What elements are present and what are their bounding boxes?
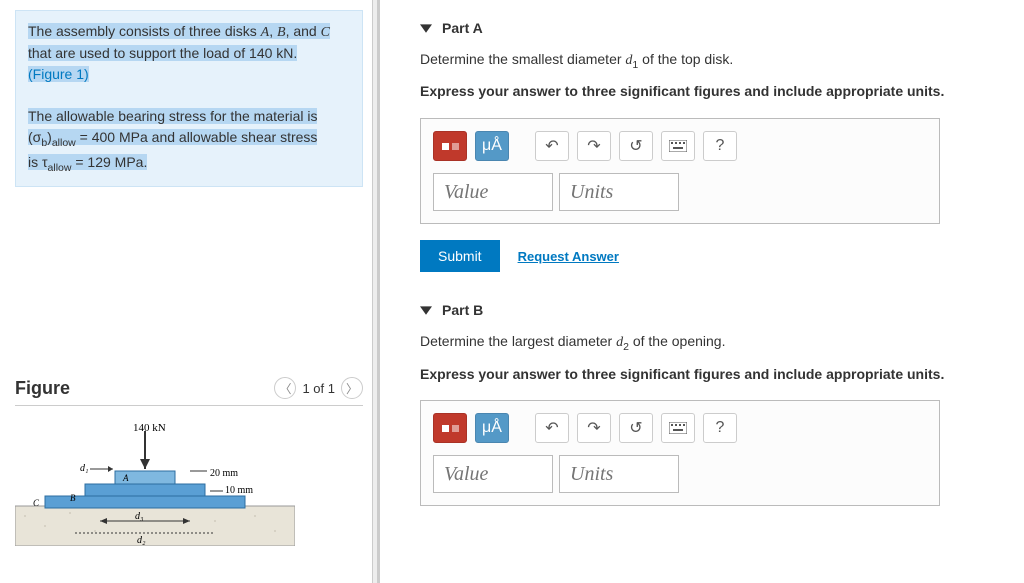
pager-next[interactable]: 〉 [341, 377, 363, 399]
part-a-units-input[interactable] [559, 173, 679, 211]
keyboard-button[interactable] [661, 413, 695, 443]
figure-link[interactable]: (Figure 1) [28, 66, 89, 82]
chevron-down-icon [420, 304, 432, 316]
figure-title: Figure [15, 378, 70, 399]
svg-text:d₁: d₁ [80, 463, 88, 474]
help-button[interactable]: ? [703, 131, 737, 161]
units-format-button[interactable]: μÅ [475, 413, 509, 443]
svg-text:C: C [33, 498, 40, 508]
undo-button[interactable]: ↶ [535, 131, 569, 161]
problem-statement: The assembly consists of three disks A, … [15, 10, 363, 187]
svg-text:d₂: d₂ [137, 535, 146, 546]
load-label: 140 kN [133, 422, 166, 434]
redo-button[interactable]: ↷ [577, 413, 611, 443]
keyboard-icon [669, 140, 687, 152]
part-b-value-input[interactable] [433, 455, 553, 493]
part-b-header[interactable]: Part B [420, 302, 994, 318]
part-b-body: Determine the largest diameter d2 of the… [420, 332, 994, 506]
svg-text:d₃: d₃ [135, 511, 144, 522]
part-a-value-input[interactable] [433, 173, 553, 211]
part-a-instruction: Express your answer to three significant… [420, 82, 994, 102]
svg-text:B: B [70, 493, 76, 503]
part-a-header[interactable]: Part A [420, 20, 994, 36]
right-panel: Part A Determine the smallest diameter d… [380, 0, 1024, 583]
part-b-instruction: Express your answer to three significant… [420, 365, 994, 385]
part-a-request-answer[interactable]: Request Answer [518, 249, 619, 264]
redo-button[interactable]: ↷ [577, 131, 611, 161]
keyboard-icon [669, 422, 687, 434]
part-b-prompt: Determine the largest diameter d2 of the… [420, 332, 994, 354]
figure-diagram: 140 kN d₁ 20 mm 10 mm A B C d₃ d₂ [15, 421, 295, 541]
template-button[interactable] [433, 413, 467, 443]
template-button[interactable] [433, 131, 467, 161]
help-button[interactable]: ? [703, 413, 737, 443]
panel-divider[interactable] [372, 0, 378, 583]
part-a-answer-box: μÅ ↶ ↷ ↺ ? [420, 118, 940, 224]
part-a-body: Determine the smallest diameter d1 of th… [420, 50, 994, 272]
svg-text:10 mm: 10 mm [225, 485, 253, 496]
figure-pager: 〈 1 of 1 〉 [274, 377, 363, 399]
part-b-answer-box: μÅ ↶ ↷ ↺ ? [420, 400, 940, 506]
chevron-down-icon [420, 22, 432, 34]
part-b-units-input[interactable] [559, 455, 679, 493]
units-format-button[interactable]: μÅ [475, 131, 509, 161]
svg-text:20 mm: 20 mm [210, 468, 238, 479]
keyboard-button[interactable] [661, 131, 695, 161]
part-a-submit-button[interactable]: Submit [420, 240, 500, 272]
reset-button[interactable]: ↺ [619, 413, 653, 443]
pager-prev[interactable]: 〈 [274, 377, 296, 399]
undo-button[interactable]: ↶ [535, 413, 569, 443]
svg-text:A: A [122, 473, 129, 483]
figure-section: Figure 〈 1 of 1 〉 140 kN d₁ [15, 377, 363, 541]
part-a-prompt: Determine the smallest diameter d1 of th… [420, 50, 994, 72]
reset-button[interactable]: ↺ [619, 131, 653, 161]
left-panel: The assembly consists of three disks A, … [0, 0, 380, 583]
